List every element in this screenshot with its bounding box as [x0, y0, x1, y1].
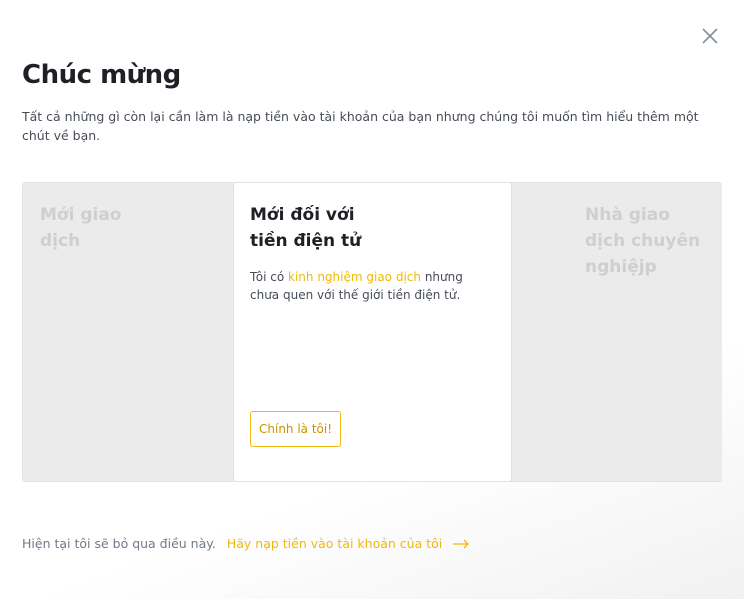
desc-highlight: kinh nghiệm giao dịch — [288, 270, 421, 284]
card-new-trader[interactable]: Mới giao dịch — [23, 183, 233, 481]
deposit-link-label: Hãy nạp tiền vào tài khoản của tôi — [226, 536, 443, 551]
close-button[interactable] — [698, 24, 722, 48]
experience-options: Mới giao dịch Nhà giao dịch chuyên nghiệ… — [22, 182, 722, 482]
card-new-to-crypto-title: Mới đối với tiền điện tử — [250, 205, 362, 251]
footer: Hiện tại tôi sẽ bỏ qua điều này. Hãy nạp… — [22, 536, 470, 551]
thats-me-button[interactable]: Chính là tôi! — [250, 411, 342, 447]
card-new-to-crypto[interactable]: Mới đối với tiền điện tử Tôi có kinh ngh… — [233, 182, 512, 482]
card-pro-trader[interactable]: Nhà giao dịch chuyên nghiệjp — [512, 183, 722, 481]
card-new-trader-title: Mới giao dịch — [40, 205, 122, 251]
dialog-title: Chúc mừng — [22, 60, 181, 90]
close-icon[interactable] — [698, 24, 722, 48]
skip-text: Hiện tại tôi sẽ bỏ qua điều này. — [22, 536, 216, 551]
deposit-link[interactable]: Hãy nạp tiền vào tài khoản của tôi — [227, 536, 470, 551]
dialog-subtitle: Tất cả những gì còn lại cần làm là nạp t… — [22, 109, 699, 143]
arrow-right-icon — [453, 539, 470, 548]
onboarding-dialog: Chúc mừng Tất cả những gì còn lại cần là… — [0, 0, 744, 599]
card-new-to-crypto-description: Tôi có kinh nghiệm giao dịch nhưng chưa … — [250, 268, 475, 304]
desc-text-before: Tôi có — [250, 270, 289, 284]
card-pro-trader-title: Nhà giao dịch chuyên nghiệjp — [585, 205, 701, 277]
